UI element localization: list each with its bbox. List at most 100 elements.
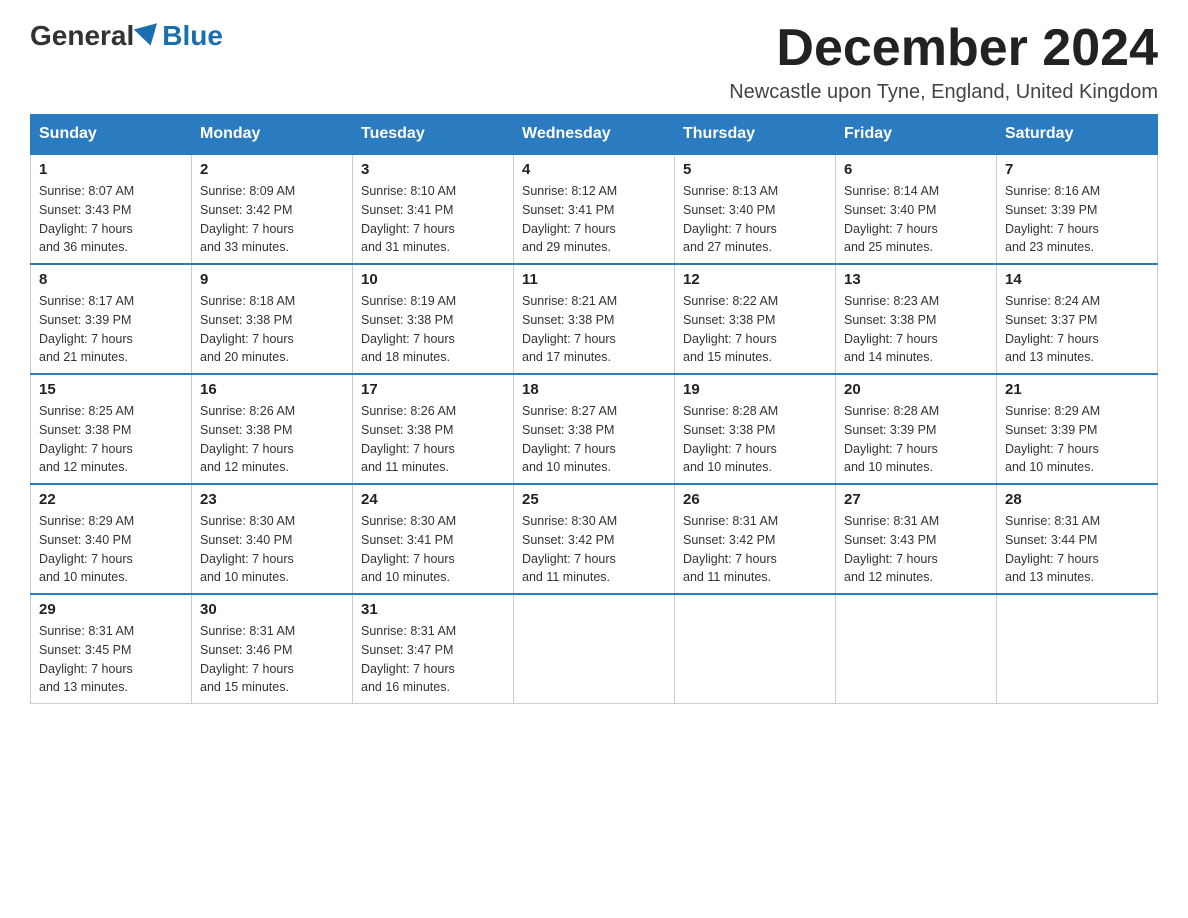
day-info: Sunrise: 8:24 AM Sunset: 3:37 PM Dayligh… — [1005, 292, 1149, 367]
day-info: Sunrise: 8:27 AM Sunset: 3:38 PM Dayligh… — [522, 402, 666, 477]
calendar-cell: 20 Sunrise: 8:28 AM Sunset: 3:39 PM Dayl… — [836, 374, 997, 484]
day-number: 9 — [200, 271, 344, 288]
month-title: December 2024 — [729, 20, 1158, 77]
calendar-cell: 11 Sunrise: 8:21 AM Sunset: 3:38 PM Dayl… — [514, 264, 675, 374]
day-number: 7 — [1005, 161, 1149, 178]
calendar-cell: 7 Sunrise: 8:16 AM Sunset: 3:39 PM Dayli… — [997, 154, 1158, 264]
calendar-cell: 23 Sunrise: 8:30 AM Sunset: 3:40 PM Dayl… — [192, 484, 353, 594]
day-info: Sunrise: 8:07 AM Sunset: 3:43 PM Dayligh… — [39, 182, 183, 257]
day-info: Sunrise: 8:29 AM Sunset: 3:39 PM Dayligh… — [1005, 402, 1149, 477]
day-info: Sunrise: 8:09 AM Sunset: 3:42 PM Dayligh… — [200, 182, 344, 257]
calendar-cell: 1 Sunrise: 8:07 AM Sunset: 3:43 PM Dayli… — [31, 154, 192, 264]
col-wednesday: Wednesday — [514, 115, 675, 155]
day-info: Sunrise: 8:14 AM Sunset: 3:40 PM Dayligh… — [844, 182, 988, 257]
day-number: 18 — [522, 381, 666, 398]
calendar-header-row: Sunday Monday Tuesday Wednesday Thursday… — [31, 115, 1158, 155]
calendar-cell: 9 Sunrise: 8:18 AM Sunset: 3:38 PM Dayli… — [192, 264, 353, 374]
day-number: 14 — [1005, 271, 1149, 288]
day-info: Sunrise: 8:18 AM Sunset: 3:38 PM Dayligh… — [200, 292, 344, 367]
calendar-cell: 21 Sunrise: 8:29 AM Sunset: 3:39 PM Dayl… — [997, 374, 1158, 484]
calendar-cell: 2 Sunrise: 8:09 AM Sunset: 3:42 PM Dayli… — [192, 154, 353, 264]
week-row-3: 15 Sunrise: 8:25 AM Sunset: 3:38 PM Dayl… — [31, 374, 1158, 484]
calendar-cell: 28 Sunrise: 8:31 AM Sunset: 3:44 PM Dayl… — [997, 484, 1158, 594]
calendar-cell: 22 Sunrise: 8:29 AM Sunset: 3:40 PM Dayl… — [31, 484, 192, 594]
day-info: Sunrise: 8:31 AM Sunset: 3:42 PM Dayligh… — [683, 512, 827, 587]
calendar-cell: 4 Sunrise: 8:12 AM Sunset: 3:41 PM Dayli… — [514, 154, 675, 264]
calendar-cell: 13 Sunrise: 8:23 AM Sunset: 3:38 PM Dayl… — [836, 264, 997, 374]
day-info: Sunrise: 8:26 AM Sunset: 3:38 PM Dayligh… — [200, 402, 344, 477]
day-info: Sunrise: 8:16 AM Sunset: 3:39 PM Dayligh… — [1005, 182, 1149, 257]
day-info: Sunrise: 8:31 AM Sunset: 3:45 PM Dayligh… — [39, 622, 183, 697]
day-info: Sunrise: 8:19 AM Sunset: 3:38 PM Dayligh… — [361, 292, 505, 367]
week-row-5: 29 Sunrise: 8:31 AM Sunset: 3:45 PM Dayl… — [31, 594, 1158, 704]
day-number: 26 — [683, 491, 827, 508]
week-row-2: 8 Sunrise: 8:17 AM Sunset: 3:39 PM Dayli… — [31, 264, 1158, 374]
day-info: Sunrise: 8:30 AM Sunset: 3:42 PM Dayligh… — [522, 512, 666, 587]
day-number: 5 — [683, 161, 827, 178]
day-number: 15 — [39, 381, 183, 398]
day-number: 13 — [844, 271, 988, 288]
calendar-cell: 16 Sunrise: 8:26 AM Sunset: 3:38 PM Dayl… — [192, 374, 353, 484]
logo-general-text: General — [30, 20, 134, 52]
day-info: Sunrise: 8:25 AM Sunset: 3:38 PM Dayligh… — [39, 402, 183, 477]
calendar-cell: 10 Sunrise: 8:19 AM Sunset: 3:38 PM Dayl… — [353, 264, 514, 374]
day-info: Sunrise: 8:31 AM Sunset: 3:43 PM Dayligh… — [844, 512, 988, 587]
day-info: Sunrise: 8:30 AM Sunset: 3:40 PM Dayligh… — [200, 512, 344, 587]
day-info: Sunrise: 8:31 AM Sunset: 3:46 PM Dayligh… — [200, 622, 344, 697]
logo-blue-text: Blue — [162, 20, 223, 52]
calendar-cell: 6 Sunrise: 8:14 AM Sunset: 3:40 PM Dayli… — [836, 154, 997, 264]
day-info: Sunrise: 8:31 AM Sunset: 3:47 PM Dayligh… — [361, 622, 505, 697]
calendar-cell — [997, 594, 1158, 704]
location-title: Newcastle upon Tyne, England, United Kin… — [729, 81, 1158, 104]
calendar-cell: 27 Sunrise: 8:31 AM Sunset: 3:43 PM Dayl… — [836, 484, 997, 594]
calendar-cell — [675, 594, 836, 704]
day-number: 27 — [844, 491, 988, 508]
day-info: Sunrise: 8:28 AM Sunset: 3:38 PM Dayligh… — [683, 402, 827, 477]
col-saturday: Saturday — [997, 115, 1158, 155]
logo: General Blue — [30, 20, 223, 52]
day-number: 20 — [844, 381, 988, 398]
calendar-cell: 3 Sunrise: 8:10 AM Sunset: 3:41 PM Dayli… — [353, 154, 514, 264]
day-info: Sunrise: 8:23 AM Sunset: 3:38 PM Dayligh… — [844, 292, 988, 367]
logo-triangle-icon — [134, 23, 162, 49]
calendar-cell: 25 Sunrise: 8:30 AM Sunset: 3:42 PM Dayl… — [514, 484, 675, 594]
col-sunday: Sunday — [31, 115, 192, 155]
calendar-cell: 17 Sunrise: 8:26 AM Sunset: 3:38 PM Dayl… — [353, 374, 514, 484]
calendar-cell: 15 Sunrise: 8:25 AM Sunset: 3:38 PM Dayl… — [31, 374, 192, 484]
calendar-cell: 24 Sunrise: 8:30 AM Sunset: 3:41 PM Dayl… — [353, 484, 514, 594]
calendar-cell: 18 Sunrise: 8:27 AM Sunset: 3:38 PM Dayl… — [514, 374, 675, 484]
day-info: Sunrise: 8:26 AM Sunset: 3:38 PM Dayligh… — [361, 402, 505, 477]
calendar-cell: 29 Sunrise: 8:31 AM Sunset: 3:45 PM Dayl… — [31, 594, 192, 704]
day-number: 28 — [1005, 491, 1149, 508]
calendar-cell: 19 Sunrise: 8:28 AM Sunset: 3:38 PM Dayl… — [675, 374, 836, 484]
title-area: December 2024 Newcastle upon Tyne, Engla… — [729, 20, 1158, 104]
calendar-cell: 26 Sunrise: 8:31 AM Sunset: 3:42 PM Dayl… — [675, 484, 836, 594]
calendar-cell: 30 Sunrise: 8:31 AM Sunset: 3:46 PM Dayl… — [192, 594, 353, 704]
day-info: Sunrise: 8:31 AM Sunset: 3:44 PM Dayligh… — [1005, 512, 1149, 587]
col-monday: Monday — [192, 115, 353, 155]
day-info: Sunrise: 8:17 AM Sunset: 3:39 PM Dayligh… — [39, 292, 183, 367]
calendar-cell: 5 Sunrise: 8:13 AM Sunset: 3:40 PM Dayli… — [675, 154, 836, 264]
week-row-4: 22 Sunrise: 8:29 AM Sunset: 3:40 PM Dayl… — [31, 484, 1158, 594]
day-number: 17 — [361, 381, 505, 398]
calendar-cell: 31 Sunrise: 8:31 AM Sunset: 3:47 PM Dayl… — [353, 594, 514, 704]
calendar-cell — [836, 594, 997, 704]
day-number: 30 — [200, 601, 344, 618]
col-friday: Friday — [836, 115, 997, 155]
day-number: 4 — [522, 161, 666, 178]
day-number: 31 — [361, 601, 505, 618]
day-number: 19 — [683, 381, 827, 398]
calendar-cell: 8 Sunrise: 8:17 AM Sunset: 3:39 PM Dayli… — [31, 264, 192, 374]
calendar-table: Sunday Monday Tuesday Wednesday Thursday… — [30, 114, 1158, 704]
day-number: 22 — [39, 491, 183, 508]
day-info: Sunrise: 8:13 AM Sunset: 3:40 PM Dayligh… — [683, 182, 827, 257]
day-info: Sunrise: 8:29 AM Sunset: 3:40 PM Dayligh… — [39, 512, 183, 587]
day-number: 11 — [522, 271, 666, 288]
day-number: 2 — [200, 161, 344, 178]
day-info: Sunrise: 8:21 AM Sunset: 3:38 PM Dayligh… — [522, 292, 666, 367]
day-number: 29 — [39, 601, 183, 618]
day-info: Sunrise: 8:22 AM Sunset: 3:38 PM Dayligh… — [683, 292, 827, 367]
calendar-cell — [514, 594, 675, 704]
day-info: Sunrise: 8:12 AM Sunset: 3:41 PM Dayligh… — [522, 182, 666, 257]
page-header: General Blue December 2024 Newcastle upo… — [30, 20, 1158, 104]
